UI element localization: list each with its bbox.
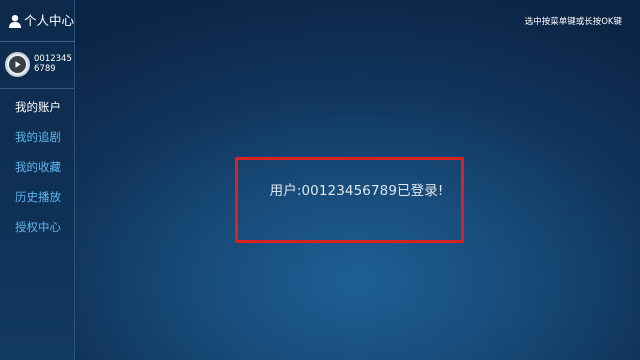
user-icon: [9, 14, 21, 28]
sidebar-header: 个人中心: [0, 0, 75, 42]
sidebar-item-label: 我的账户: [15, 100, 61, 114]
sidebar-divider: [0, 88, 75, 89]
sidebar-item-play-history[interactable]: 历史播放: [0, 182, 75, 212]
sidebar: 个人中心 00123456789 我的账户 我的追剧 我的收藏 历史播放 授权中…: [0, 0, 75, 360]
sidebar-menu: 我的账户 我的追剧 我的收藏 历史播放 授权中心: [0, 92, 75, 242]
sidebar-item-label: 授权中心: [15, 220, 61, 234]
sidebar-item-label: 我的追剧: [15, 130, 61, 144]
user-id-label: 00123456789: [34, 54, 72, 74]
sidebar-title: 个人中心: [24, 12, 75, 28]
avatar: [5, 51, 30, 77]
sidebar-item-label: 历史播放: [15, 190, 61, 204]
play-icon: [9, 55, 26, 73]
sidebar-item-authorization[interactable]: 授权中心: [0, 212, 75, 242]
login-status-message: 用户:00123456789已登录!: [269, 183, 444, 199]
sidebar-item-label: 我的收藏: [15, 160, 61, 174]
sidebar-item-my-account[interactable]: 我的账户: [0, 92, 75, 122]
sidebar-item-my-favorites[interactable]: 我的收藏: [0, 152, 75, 182]
menu-hint: 选中按菜单键或长按OK键: [524, 17, 622, 27]
sidebar-item-my-series[interactable]: 我的追剧: [0, 122, 75, 152]
login-status-box: 用户:00123456789已登录!: [235, 157, 464, 243]
user-profile: 00123456789: [0, 44, 75, 84]
